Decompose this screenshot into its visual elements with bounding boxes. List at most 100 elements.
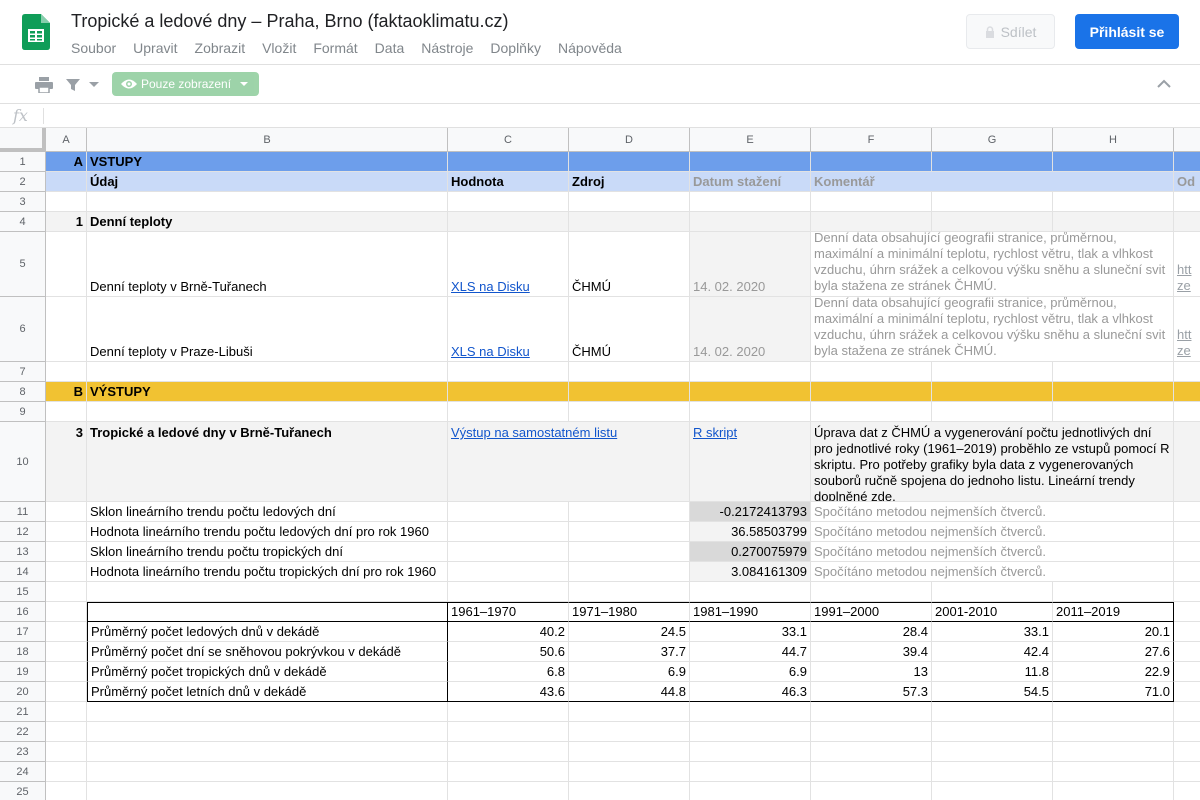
cell-g9[interactable] (932, 402, 1053, 422)
table-header[interactable]: 1971–1980 (569, 602, 690, 622)
cell-e7[interactable] (690, 362, 811, 382)
cell-e11[interactable]: -0.2172413793 (690, 502, 811, 522)
table-row-label[interactable]: Průměrný počet dní se sněhovou pokrývkou… (87, 642, 448, 662)
table-cell[interactable]: 6.8 (448, 662, 569, 682)
cell-e15[interactable] (690, 582, 811, 602)
cell-e8[interactable] (690, 382, 811, 402)
sign-in-button[interactable]: Přihlásit se (1075, 14, 1179, 49)
cell-b1[interactable]: VSTUPY (87, 152, 448, 172)
table-cell[interactable]: 11.8 (932, 662, 1053, 682)
cell-d13[interactable] (569, 542, 690, 562)
cell-b8[interactable]: VÝSTUPY (87, 382, 448, 402)
cell-d5[interactable]: ČHMÚ (569, 232, 690, 297)
cell-e4[interactable] (690, 212, 811, 232)
cell-a13[interactable] (46, 542, 87, 562)
table-cell[interactable]: 27.6 (1053, 642, 1174, 662)
table-cell[interactable]: 50.6 (448, 642, 569, 662)
row-header[interactable]: 19 (0, 662, 46, 682)
cell-a2[interactable] (46, 172, 87, 192)
cell-b12[interactable]: Hodnota lineárního trendu počtu ledových… (87, 522, 448, 542)
row-header[interactable]: 17 (0, 622, 46, 642)
document-title[interactable]: Tropické a ledové dny – Praha, Brno (fak… (71, 11, 509, 32)
menu-view[interactable]: Zobrazit (195, 40, 246, 56)
cell-d2[interactable]: Zdroj (569, 172, 690, 192)
filter-dropdown-icon[interactable] (89, 82, 99, 87)
cell-e9[interactable] (690, 402, 811, 422)
cell-d15[interactable] (569, 582, 690, 602)
cell-i21[interactable] (1174, 702, 1200, 722)
cell-b5[interactable]: Denní teploty v Brně-Tuřanech (87, 232, 448, 297)
cell-e25[interactable] (690, 782, 811, 800)
cell-c1[interactable] (448, 152, 569, 172)
cell-g15[interactable] (932, 582, 1053, 602)
cell-f24[interactable] (811, 762, 932, 782)
cell-f8[interactable] (811, 382, 932, 402)
cell-b21[interactable] (87, 702, 448, 722)
cell-e24[interactable] (690, 762, 811, 782)
cell-a7[interactable] (46, 362, 87, 382)
cell-e1[interactable] (690, 152, 811, 172)
cell-h22[interactable] (1053, 722, 1174, 742)
cell-h25[interactable] (1053, 782, 1174, 800)
cell-h21[interactable] (1053, 702, 1174, 722)
table-cell[interactable]: 24.5 (569, 622, 690, 642)
cell-i23[interactable] (1174, 742, 1200, 762)
cell-i1[interactable] (1174, 152, 1200, 172)
cell-a19[interactable] (46, 662, 87, 682)
column-header-g[interactable]: G (932, 128, 1053, 152)
cell-h1[interactable] (1053, 152, 1174, 172)
cell-d11[interactable] (569, 502, 690, 522)
row-header[interactable]: 5 (0, 232, 46, 297)
cell-f3[interactable] (811, 192, 932, 212)
cell-d24[interactable] (569, 762, 690, 782)
cell-i24[interactable] (1174, 762, 1200, 782)
table-cell[interactable]: 42.4 (932, 642, 1053, 662)
cell-f4[interactable] (811, 212, 932, 232)
cell-a14[interactable] (46, 562, 87, 582)
cell-i20[interactable] (1174, 682, 1200, 702)
menu-file[interactable]: Soubor (71, 40, 116, 56)
cell-c11[interactable] (448, 502, 569, 522)
table-cell[interactable]: 37.7 (569, 642, 690, 662)
row-header[interactable]: 13 (0, 542, 46, 562)
cell-b14[interactable]: Hodnota lineárního trendu počtu tropický… (87, 562, 448, 582)
row-header[interactable]: 9 (0, 402, 46, 422)
cell-h23[interactable] (1053, 742, 1174, 762)
table-cell[interactable]: 40.2 (448, 622, 569, 642)
cell-c4[interactable] (448, 212, 569, 232)
cell-b25[interactable] (87, 782, 448, 800)
row-header[interactable]: 11 (0, 502, 46, 522)
menu-tools[interactable]: Nástroje (421, 40, 473, 56)
cell-d23[interactable] (569, 742, 690, 762)
cell-i14[interactable] (1174, 562, 1200, 582)
cell-a6[interactable] (46, 297, 87, 362)
cell-i17[interactable] (1174, 622, 1200, 642)
row-header[interactable]: 21 (0, 702, 46, 722)
cell-c21[interactable] (448, 702, 569, 722)
table-cell[interactable]: 13 (811, 662, 932, 682)
cell-a8[interactable]: B (46, 382, 87, 402)
cell-c10-link[interactable]: Výstup na samostatném listu (448, 422, 690, 502)
cell-f25[interactable] (811, 782, 932, 800)
cell-b23[interactable] (87, 742, 448, 762)
row-header[interactable]: 24 (0, 762, 46, 782)
row-header[interactable]: 20 (0, 682, 46, 702)
table-cell[interactable]: 43.6 (448, 682, 569, 702)
cell-i8[interactable] (1174, 382, 1200, 402)
cell-c25[interactable] (448, 782, 569, 800)
cell-a11[interactable] (46, 502, 87, 522)
cell-a16[interactable] (46, 602, 87, 622)
cell-f1[interactable] (811, 152, 932, 172)
cell-i5-link[interactable]: htt ze (1174, 232, 1200, 297)
cell-f2[interactable]: Komentář (811, 172, 1174, 192)
cell-b11[interactable]: Sklon lineárního trendu počtu ledových d… (87, 502, 448, 522)
cell-i22[interactable] (1174, 722, 1200, 742)
cell-h3[interactable] (1053, 192, 1174, 212)
cell-d14[interactable] (569, 562, 690, 582)
table-header[interactable]: 1991–2000 (811, 602, 932, 622)
table-cell[interactable]: 22.9 (1053, 662, 1174, 682)
cell-f12[interactable]: Spočítáno metodou nejmenších čtverců. (811, 522, 1174, 542)
cell-c13[interactable] (448, 542, 569, 562)
table-cell[interactable]: 20.1 (1053, 622, 1174, 642)
cell-f7[interactable] (811, 362, 932, 382)
